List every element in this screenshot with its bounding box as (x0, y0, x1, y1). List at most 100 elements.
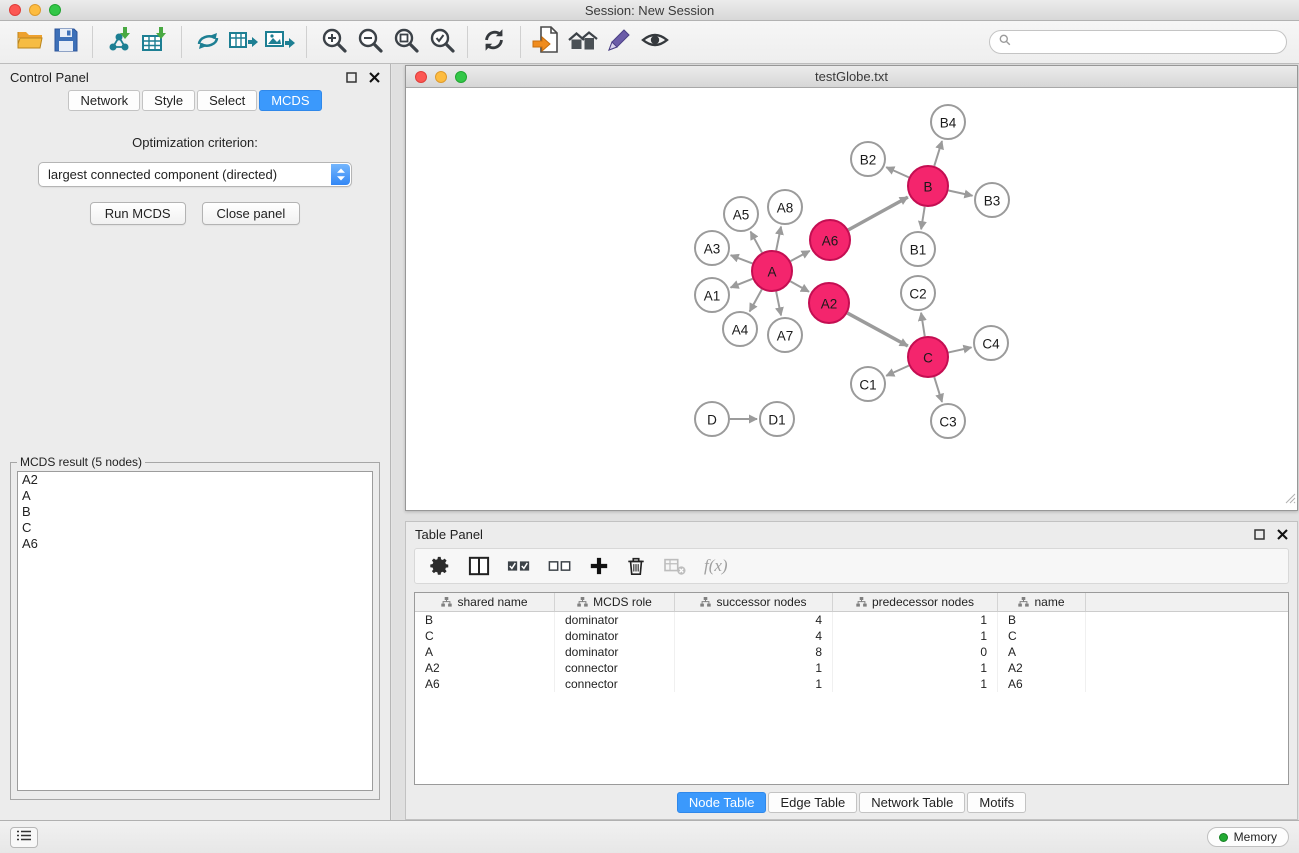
graph-edge-C-C3[interactable] (934, 377, 942, 402)
graph-edge-C-C2[interactable] (921, 313, 925, 336)
home-view-button[interactable] (565, 24, 601, 60)
mcds-result-item[interactable]: A (18, 488, 372, 504)
export-table-button[interactable] (226, 24, 262, 60)
table-cell[interactable]: 4 (675, 628, 833, 644)
import-table-button[interactable] (137, 24, 173, 60)
graph-node-B3[interactable]: B3 (975, 183, 1009, 217)
column-header-predecessor-nodes[interactable]: predecessor nodes (833, 593, 998, 611)
resize-grip-icon[interactable] (1285, 491, 1296, 509)
table-cell[interactable]: A6 (415, 676, 555, 692)
graph-edge-A-A5[interactable] (751, 232, 762, 253)
clone-network-button[interactable] (190, 24, 226, 60)
column-header-MCDS-role[interactable]: MCDS role (555, 593, 675, 611)
graph-node-A2[interactable]: A2 (809, 283, 849, 323)
import-network-button[interactable] (101, 24, 137, 60)
graph-node-A7[interactable]: A7 (768, 318, 802, 352)
graph-node-D[interactable]: D (695, 402, 729, 436)
graph-node-B2[interactable]: B2 (851, 142, 885, 176)
graph-edge-A-A1[interactable] (731, 279, 753, 288)
table-cell[interactable]: A (415, 644, 555, 660)
table-cell[interactable]: dominator (555, 628, 675, 644)
add-column-button[interactable] (589, 556, 609, 576)
search-field[interactable] (989, 30, 1287, 54)
table-cell[interactable]: 1 (675, 660, 833, 676)
table-cell[interactable]: 4 (675, 612, 833, 628)
table-cell[interactable]: dominator (555, 612, 675, 628)
graph-node-C1[interactable]: C1 (851, 367, 885, 401)
table-tab-node-table[interactable]: Node Table (677, 792, 767, 813)
export-image-button[interactable] (262, 24, 298, 60)
close-window-button[interactable] (9, 4, 21, 16)
delete-column-button[interactable] (626, 555, 646, 577)
network-minimize-button[interactable] (435, 71, 447, 83)
mcds-result-item[interactable]: C (18, 520, 372, 536)
table-cell[interactable]: A6 (998, 676, 1086, 692)
graph-node-B4[interactable]: B4 (931, 105, 965, 139)
column-header-shared-name[interactable]: shared name (415, 593, 555, 611)
mcds-result-item[interactable]: A6 (18, 536, 372, 552)
control-tab-network[interactable]: Network (68, 90, 140, 111)
table-cell[interactable]: A2 (998, 660, 1086, 676)
zoom-out-button[interactable] (351, 24, 387, 60)
network-canvas[interactable]: B4B2BB3A8A5A6A3B1AC2A1A2A4A7C4CC1DD1C3 (407, 89, 1296, 509)
close-table-panel-icon[interactable] (1276, 528, 1288, 540)
save-session-button[interactable] (48, 24, 84, 60)
table-cell[interactable]: 1 (833, 612, 998, 628)
table-tab-motifs[interactable]: Motifs (967, 792, 1026, 813)
table-cell[interactable]: C (415, 628, 555, 644)
table-tab-network-table[interactable]: Network Table (859, 792, 965, 813)
graph-edge-A-A4[interactable] (750, 289, 762, 311)
graph-node-B1[interactable]: B1 (901, 232, 935, 266)
graph-node-D1[interactable]: D1 (760, 402, 794, 436)
graph-node-C4[interactable]: C4 (974, 326, 1008, 360)
table-cell[interactable]: 1 (833, 660, 998, 676)
graph-node-C[interactable]: C (908, 337, 948, 377)
table-settings-button[interactable] (429, 555, 451, 577)
graph-node-A5[interactable]: A5 (724, 197, 758, 231)
control-tab-style[interactable]: Style (142, 90, 195, 111)
show-hide-button[interactable] (637, 24, 673, 60)
graph-node-A3[interactable]: A3 (695, 231, 729, 265)
table-cell[interactable]: 8 (675, 644, 833, 660)
graph-edge-B-B2[interactable] (886, 167, 909, 177)
table-cell[interactable]: connector (555, 676, 675, 692)
float-panel-icon[interactable] (345, 71, 357, 83)
graph-edge-B-B1[interactable] (921, 207, 925, 230)
table-row[interactable]: Adominator80A (415, 644, 1288, 660)
table-cell[interactable]: C (998, 628, 1086, 644)
graph-edge-B-B3[interactable] (949, 190, 973, 195)
table-cell[interactable]: 1 (833, 628, 998, 644)
graph-edge-C-C4[interactable] (948, 347, 971, 352)
graph-node-A8[interactable]: A8 (768, 190, 802, 224)
annotation-button[interactable] (601, 24, 637, 60)
graph-edge-A-A7[interactable] (776, 292, 781, 316)
table-cell[interactable]: 1 (675, 676, 833, 692)
control-tab-select[interactable]: Select (197, 90, 257, 111)
function-builder-button[interactable]: f(x) (704, 556, 728, 576)
memory-button[interactable]: Memory (1207, 827, 1289, 847)
unselect-all-button[interactable] (548, 558, 572, 574)
control-tab-mcds[interactable]: MCDS (259, 90, 321, 111)
graph-node-A1[interactable]: A1 (695, 278, 729, 312)
table-cell[interactable]: dominator (555, 644, 675, 660)
table-cell[interactable]: B (998, 612, 1086, 628)
table-cell[interactable]: A2 (415, 660, 555, 676)
delete-table-button[interactable] (663, 556, 687, 576)
graph-edge-B-B4[interactable] (934, 141, 942, 166)
graph-node-A6[interactable]: A6 (810, 220, 850, 260)
show-columns-button[interactable] (468, 556, 490, 576)
graph-edge-A-A6[interactable] (791, 251, 810, 261)
graph-node-A[interactable]: A (752, 251, 792, 291)
table-row[interactable]: A2connector11A2 (415, 660, 1288, 676)
graph-node-C3[interactable]: C3 (931, 404, 965, 438)
table-row[interactable]: A6connector11A6 (415, 676, 1288, 692)
graph-node-A4[interactable]: A4 (723, 312, 757, 346)
table-cell[interactable]: 1 (833, 676, 998, 692)
task-history-button[interactable] (10, 827, 38, 848)
run-mcds-button[interactable]: Run MCDS (90, 202, 186, 225)
graph-edge-A6-B[interactable] (848, 197, 907, 230)
criterion-select[interactable]: largest connected component (directed) (38, 162, 352, 187)
network-close-button[interactable] (415, 71, 427, 83)
table-tab-edge-table[interactable]: Edge Table (768, 792, 857, 813)
import-file-button[interactable] (529, 24, 565, 60)
